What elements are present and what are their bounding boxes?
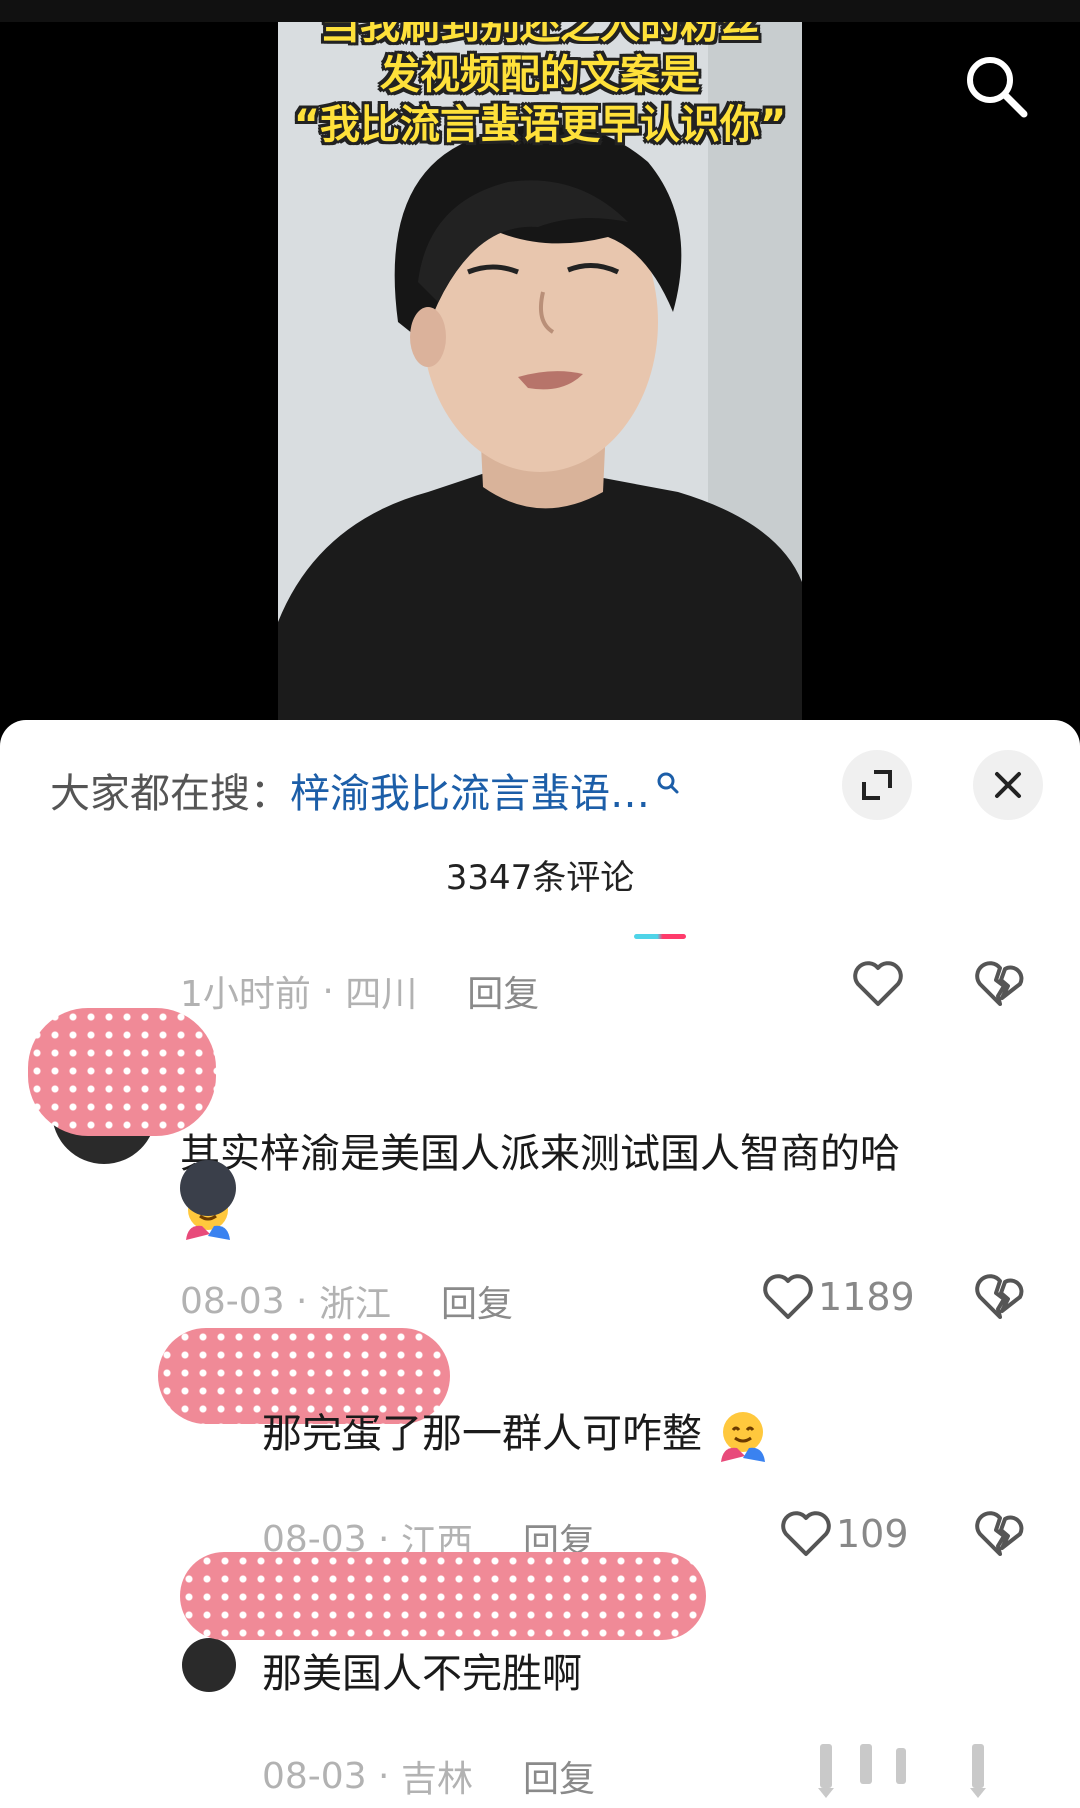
- status-strip: [0, 0, 1080, 22]
- comment-text: 其实梓渝是美国人派来测试国人智商的哈: [180, 1125, 1000, 1242]
- search-mini-icon: [657, 772, 679, 794]
- reply-button[interactable]: 回复: [523, 1750, 595, 1802]
- comment-region: 吉林: [400, 1759, 473, 1800]
- tab-indicator: [634, 934, 686, 939]
- comment-text: 那完蛋了那一群人可咋整: [262, 1405, 1042, 1464]
- comment-text-content: 其实梓渝是美国人派来测试国人智商的哈: [180, 1131, 900, 1177]
- comment-time: 1小时前: [180, 974, 311, 1015]
- reply-button[interactable]: 回复: [467, 965, 539, 1017]
- comment-region: 浙江: [318, 1284, 391, 1325]
- avatar[interactable]: [180, 1160, 236, 1216]
- comment-text-content: 那完蛋了那一群人可咋整: [262, 1411, 702, 1457]
- comment-count: 3347条评论: [445, 858, 635, 898]
- search-icon[interactable]: [962, 52, 1030, 120]
- heart-icon[interactable]: [852, 960, 904, 1008]
- like-button[interactable]: 109: [780, 1510, 909, 1558]
- video-caption: 当我刷到别还之人的粉丝 发视频配的文案是 “我比流言蜚语更早认识你”: [278, 22, 802, 150]
- watermark-logo-icon: [818, 1744, 986, 1798]
- heart-icon: [763, 1274, 813, 1319]
- like-count: 1189: [818, 1275, 915, 1319]
- heart-icon: [781, 1511, 831, 1556]
- video-player[interactable]: 当我刷到别还之人的粉丝 发视频配的文案是 “我比流言蜚语更早认识你”: [0, 0, 1080, 740]
- comment-text: 那美国人不完胜啊: [262, 1645, 1042, 1703]
- expand-button[interactable]: [842, 750, 912, 820]
- redaction-sticker: [28, 1008, 216, 1136]
- comment-text-content: 那美国人不完胜啊: [262, 1651, 582, 1697]
- search-suggestion[interactable]: 大家都在搜： 梓渝我比流言蜚语…: [50, 760, 680, 820]
- caption-line-2: 发视频配的文案是: [380, 52, 700, 98]
- meta-dot: ·: [310, 970, 346, 1012]
- search-suggestion-prefix: 大家都在搜：: [50, 771, 290, 817]
- comment-meta: 08-03 · 吉林 回复: [262, 1750, 595, 1802]
- meta-dot: ·: [366, 1755, 401, 1797]
- caption-line-3: “我比流言蜚语更早认识你”: [293, 102, 787, 148]
- comment-time: 08-03: [180, 1280, 285, 1322]
- meta-dot: ·: [284, 1280, 319, 1322]
- broken-heart-icon[interactable]: [974, 960, 1026, 1008]
- caption-line-1: 当我刷到别还之人的粉丝: [320, 22, 760, 48]
- reply-button[interactable]: 回复: [441, 1275, 513, 1327]
- hugging-emoji-icon: [720, 1412, 765, 1462]
- comment-region: 四川: [345, 974, 418, 1015]
- expand-icon: [862, 770, 892, 800]
- close-button[interactable]: [973, 750, 1043, 820]
- close-icon: [995, 772, 1021, 798]
- like-button[interactable]: 1189: [762, 1273, 915, 1321]
- comments-sheet: 大家都在搜： 梓渝我比流言蜚语… 3347条评论 1小时前 · 四川 回复 其实…: [0, 720, 1080, 1808]
- avatar[interactable]: [182, 1638, 236, 1692]
- broken-heart-icon[interactable]: [974, 1510, 1026, 1558]
- search-suggestion-query[interactable]: 梓渝我比流言蜚语…: [290, 761, 650, 819]
- redaction-sticker: [180, 1552, 706, 1640]
- like-count: 109: [836, 1512, 909, 1556]
- comment-time: 08-03: [262, 1755, 367, 1797]
- comment-meta: 1小时前 · 四川 回复: [180, 965, 539, 1017]
- broken-heart-icon[interactable]: [974, 1273, 1026, 1321]
- video-frame[interactable]: 当我刷到别还之人的粉丝 发视频配的文案是 “我比流言蜚语更早认识你”: [278, 22, 802, 740]
- comment-meta: 08-03 · 浙江 回复: [180, 1275, 513, 1327]
